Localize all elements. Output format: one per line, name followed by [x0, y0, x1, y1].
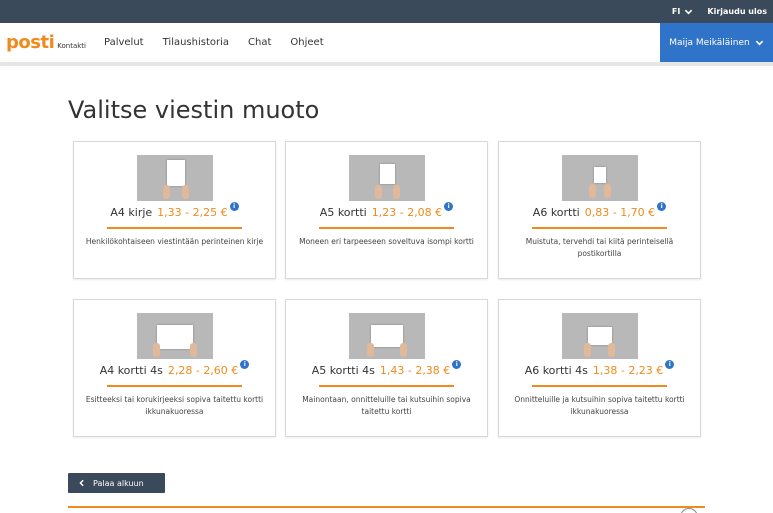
- card-heading: A6 kortti 0,83 - 1,70 € i: [499, 202, 700, 219]
- info-icon[interactable]: i: [240, 360, 250, 369]
- card-price: 1,23 - 2,08 €: [371, 206, 443, 219]
- card-price: 0,83 - 1,70 €: [584, 206, 656, 219]
- logo-mark: posti: [6, 32, 55, 53]
- product-image: [562, 313, 638, 359]
- divider: [319, 227, 454, 229]
- card-description: Esitteeksi tai korukirjeeksi sopiva tait…: [85, 395, 264, 416]
- divider: [107, 385, 242, 387]
- card-name: A6 kortti 4s: [524, 364, 588, 377]
- divider: [319, 385, 454, 387]
- user-menu[interactable]: Maija Meikäläinen: [660, 23, 773, 62]
- chevron-down-icon: [685, 9, 693, 15]
- info-icon[interactable]: i: [665, 360, 675, 369]
- chevron-left-icon: [79, 479, 84, 487]
- card-price: 1,33 - 2,25 €: [157, 206, 228, 219]
- back-button-label: Palaa alkuun: [93, 478, 144, 488]
- nav-links: Palvelut Tilaushistoria Chat Ohjeet: [104, 37, 324, 48]
- card-heading: A5 kortti 1,23 - 2,08 € i: [286, 202, 487, 219]
- scroll-indicator[interactable]: [680, 508, 698, 513]
- product-image: [349, 313, 425, 359]
- card-price: 1,38 - 2,23 €: [592, 364, 664, 377]
- format-card-a6-folded[interactable]: A6 kortti 4s 1,38 - 2,23 € i Onnitteluille…: [498, 299, 701, 437]
- nav-link-ohjeet[interactable]: Ohjeet: [290, 37, 323, 48]
- card-name: A5 kortti: [319, 206, 367, 219]
- back-to-start-button[interactable]: Palaa alkuun: [68, 473, 165, 493]
- card-price: 2,28 - 2,60 €: [167, 364, 239, 377]
- user-name: Maija Meikäläinen: [669, 37, 750, 48]
- card-description: Mainontaan, onnitteluille tai kutsuihin …: [302, 395, 471, 416]
- nav-link-chat[interactable]: Chat: [248, 37, 271, 48]
- format-card-a4-folded[interactable]: A4 kortti 4s 2,28 - 2,60 € i Esitteeksi ta…: [73, 299, 276, 437]
- info-icon[interactable]: i: [229, 202, 239, 211]
- card-price: 1,43 - 2,38 €: [379, 364, 451, 377]
- nav-link-tilaushistoria[interactable]: Tilaushistoria: [163, 37, 229, 48]
- divider: [532, 385, 667, 387]
- card-name: A6 kortti: [532, 206, 580, 219]
- chevron-down-icon: [755, 40, 763, 46]
- divider: [532, 227, 667, 229]
- format-card-a4-letter[interactable]: A4 kirje 1,33 - 2,25 € i Henkilökohtaiseen…: [73, 141, 276, 279]
- bottom-divider: [68, 506, 705, 508]
- info-icon[interactable]: i: [657, 202, 667, 211]
- posti-logo[interactable]: posti Kontakti: [6, 32, 86, 53]
- logo-subtitle: Kontakti: [57, 42, 86, 50]
- info-icon[interactable]: i: [444, 202, 454, 211]
- page-title: Valitse viestin muoto: [68, 96, 320, 124]
- card-heading: A6 kortti 4s 1,38 - 2,23 € i: [499, 360, 700, 377]
- format-card-a5-folded[interactable]: A5 kortti 4s 1,43 - 2,38 € i Mainontaan, o…: [285, 299, 488, 437]
- main-nav: posti Kontakti Palvelut Tilaushistoria C…: [0, 23, 773, 66]
- language-label: FI: [671, 7, 681, 16]
- info-icon[interactable]: i: [452, 360, 462, 369]
- card-description: Muistuta, tervehdi tai kiitä perinteisel…: [525, 237, 674, 258]
- product-image: [137, 313, 213, 359]
- format-card-a5-card[interactable]: A5 kortti 1,23 - 2,08 € i Moneen eri tarpe…: [285, 141, 488, 279]
- top-bar: FI Kirjaudu ulos: [0, 0, 773, 23]
- card-name: A4 kortti 4s: [99, 364, 163, 377]
- card-heading: A4 kirje 1,33 - 2,25 € i: [74, 202, 275, 219]
- card-description: Henkilökohtaiseen viestintään perinteine…: [85, 237, 264, 246]
- card-name: A5 kortti 4s: [311, 364, 375, 377]
- format-card-a6-card[interactable]: A6 kortti 0,83 - 1,70 € i Muistuta, terveh…: [498, 141, 701, 279]
- logout-link[interactable]: Kirjaudu ulos: [707, 7, 767, 16]
- nav-link-palvelut[interactable]: Palvelut: [104, 37, 144, 48]
- language-selector[interactable]: FI: [672, 7, 693, 16]
- card-description: Onnitteluille ja kutsuihin sopiva taitet…: [514, 395, 685, 416]
- card-heading: A5 kortti 4s 1,43 - 2,38 € i: [286, 360, 487, 377]
- product-image: [349, 155, 425, 201]
- product-image: [137, 155, 213, 201]
- card-description: Moneen eri tarpeeseen soveltuva isompi k…: [299, 237, 474, 246]
- card-heading: A4 kortti 4s 2,28 - 2,60 € i: [74, 360, 275, 377]
- card-name: A4 kirje: [110, 206, 153, 219]
- divider: [107, 227, 242, 229]
- product-image: [562, 155, 638, 201]
